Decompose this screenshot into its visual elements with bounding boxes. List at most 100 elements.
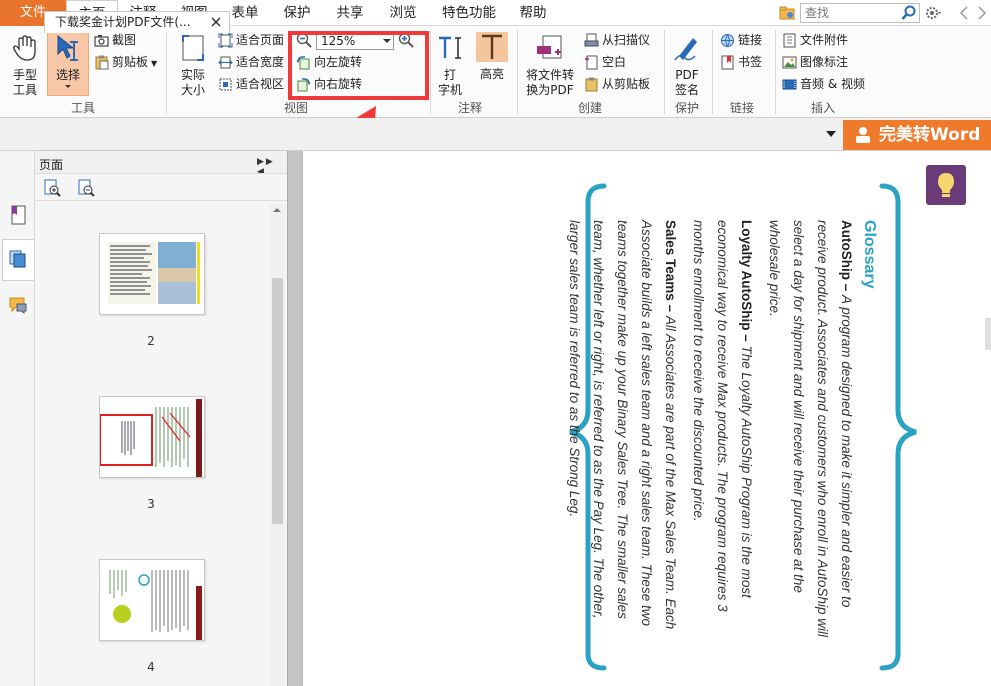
from-clipboard-button[interactable]: 从剪贴板 — [584, 74, 650, 94]
chevron-left-icon[interactable] — [958, 6, 970, 20]
bookmark-icon — [721, 55, 734, 70]
document-tab[interactable]: 下载奖金计划PDF文件(... — [44, 11, 230, 33]
pdf-sign-label: PDF 签名 — [674, 68, 699, 97]
tips-button[interactable] — [926, 165, 966, 205]
ribbon-separator — [430, 30, 431, 114]
page-thumbnail-image — [100, 399, 202, 477]
navigation-strip — [0, 151, 35, 686]
search-input[interactable] — [801, 4, 897, 22]
menu-item-browse[interactable]: 浏览 — [380, 0, 426, 26]
audio-video-label: 音频 & 视频 — [800, 77, 865, 91]
close-icon[interactable] — [210, 16, 222, 28]
gear-icon[interactable] — [925, 4, 943, 22]
fit-view-button[interactable]: 适合视区 — [218, 74, 284, 94]
menu-item-help[interactable]: 帮助 — [510, 0, 556, 26]
scroll-up-arrow[interactable] — [273, 208, 281, 212]
fit-width-button[interactable]: 适合宽度 — [218, 52, 284, 72]
actual-size-button[interactable]: 实际 大小 — [174, 34, 212, 98]
scrollbar-thumb[interactable] — [272, 278, 283, 524]
clipboard-dropdown-arrow[interactable]: ▼ — [151, 59, 157, 68]
ribbon-toolbar: 手型 工具 选择 截图 剪贴板 ▼ 工具 实际 大小 适合页面 适合宽度 适合视… — [0, 26, 991, 118]
page-zoom-in-icon[interactable] — [43, 179, 61, 197]
group-label-annotate: 注释 — [457, 101, 482, 115]
blank-page-label: 空白 — [602, 55, 627, 69]
page-thumbnail-label: 4 — [147, 660, 155, 674]
page-thumbnail-label: 2 — [147, 334, 155, 348]
page-zoom-out-icon[interactable] — [77, 179, 95, 197]
typewriter-icon — [439, 36, 461, 59]
clipboard-button[interactable]: 剪贴板 ▼ — [94, 52, 157, 72]
convert-file-icon — [537, 35, 562, 59]
blank-page-button[interactable]: 空白 — [584, 52, 626, 72]
fit-width-icon — [218, 56, 233, 69]
group-label-view: 视图 — [283, 101, 308, 115]
thumbnail-scrollbar[interactable] — [269, 204, 285, 686]
select-tool-button[interactable]: 选择 — [47, 30, 89, 96]
highlight-label: 高亮 — [479, 67, 504, 81]
fit-page-label: 适合页面 — [236, 33, 285, 47]
ribbon-separator — [166, 30, 167, 114]
typewriter-button[interactable]: 打 字机 — [434, 34, 466, 98]
highlight-icon-bg — [476, 32, 508, 62]
audio-video-button[interactable]: 音频 & 视频 — [782, 74, 865, 94]
page-thumbnail-4[interactable] — [99, 559, 205, 641]
fit-page-icon — [218, 33, 233, 48]
thumbnail-list: 2 3 4 — [35, 201, 287, 686]
image-icon — [782, 56, 797, 69]
fit-page-button[interactable]: 适合页面 — [218, 30, 284, 50]
fit-view-label: 适合视区 — [236, 77, 285, 91]
menu-item-features[interactable]: 特色功能 — [434, 0, 504, 26]
select-tool-label: 选择 — [55, 68, 80, 82]
pdf-sign-button[interactable]: PDF 签名 — [668, 34, 706, 98]
group-label-create: 创建 — [577, 101, 602, 115]
glossary-term: Sales Teams – — [663, 220, 678, 313]
from-scanner-button[interactable]: 从扫描仪 — [584, 30, 650, 50]
bookmark-label: 书签 — [738, 55, 763, 69]
highlight-button[interactable]: 高亮 — [474, 32, 510, 82]
comments-panel-icon[interactable] — [8, 295, 28, 315]
menu-item-share[interactable]: 共享 — [327, 0, 373, 26]
tab-list-dropdown-arrow[interactable] — [826, 131, 836, 137]
document-scroll-indicator[interactable] — [985, 318, 991, 350]
convert-to-pdf-label: 将文件转 换为PDF — [525, 68, 574, 97]
hand-tool-label: 手型 工具 — [12, 68, 37, 97]
file-attachment-button[interactable]: 文件附件 — [782, 30, 848, 50]
chevron-right-icon[interactable] — [976, 6, 988, 20]
glossary-entry: Sales Teams – All Associates are part of… — [562, 220, 682, 650]
panel-splitter[interactable] — [287, 151, 303, 686]
convert-to-pdf-button[interactable]: 将文件转 换为PDF — [522, 34, 578, 98]
screenshot-button[interactable]: 截图 — [94, 30, 136, 50]
page-thumbnail-label: 3 — [147, 497, 155, 511]
annotation-highlight-box — [288, 31, 429, 100]
blank-page-icon — [585, 55, 598, 70]
ribbon-separator — [712, 30, 713, 114]
pages-panel-icon[interactable] — [8, 249, 28, 269]
clipboard-icon — [585, 77, 598, 92]
folder-home-icon[interactable] — [779, 5, 795, 21]
bookmark-button[interactable]: 书签 — [720, 52, 762, 72]
typewriter-label: 打 字机 — [437, 68, 462, 97]
from-clipboard-label: 从剪贴板 — [602, 77, 651, 91]
group-label-protect: 保护 — [674, 101, 699, 115]
select-dropdown-arrow[interactable] — [65, 85, 71, 88]
bookmark-panel-icon[interactable] — [8, 205, 28, 225]
menu-item-protect[interactable]: 保护 — [274, 0, 320, 26]
ribbon-separator — [775, 30, 776, 114]
glossary-definition: All Associates are part of the Max Sales… — [567, 220, 678, 630]
group-label-link: 链接 — [729, 101, 754, 115]
fit-view-icon — [219, 78, 232, 91]
document-tab-label: 下载奖金计划PDF文件(... — [55, 15, 191, 29]
actual-size-label: 实际 大小 — [180, 68, 205, 97]
search-field[interactable] — [800, 3, 920, 23]
fit-width-label: 适合宽度 — [236, 55, 285, 69]
image-annotation-button[interactable]: 图像标注 — [782, 52, 848, 72]
link-button[interactable]: 链接 — [720, 30, 762, 50]
signature-pen-icon — [674, 38, 697, 61]
page-thumbnail-2[interactable] — [99, 233, 205, 315]
glossary-content: Glossary AutoShip – A program designed t… — [567, 220, 880, 650]
hand-tool-button[interactable]: 手型 工具 — [6, 34, 44, 98]
search-icon[interactable] — [901, 5, 917, 21]
group-label-insert: 插入 — [810, 101, 835, 115]
glossary-entry: Loyalty AutoShip – The Loyalty AutoShip … — [686, 220, 758, 650]
page-thumbnail-3[interactable] — [99, 396, 205, 478]
